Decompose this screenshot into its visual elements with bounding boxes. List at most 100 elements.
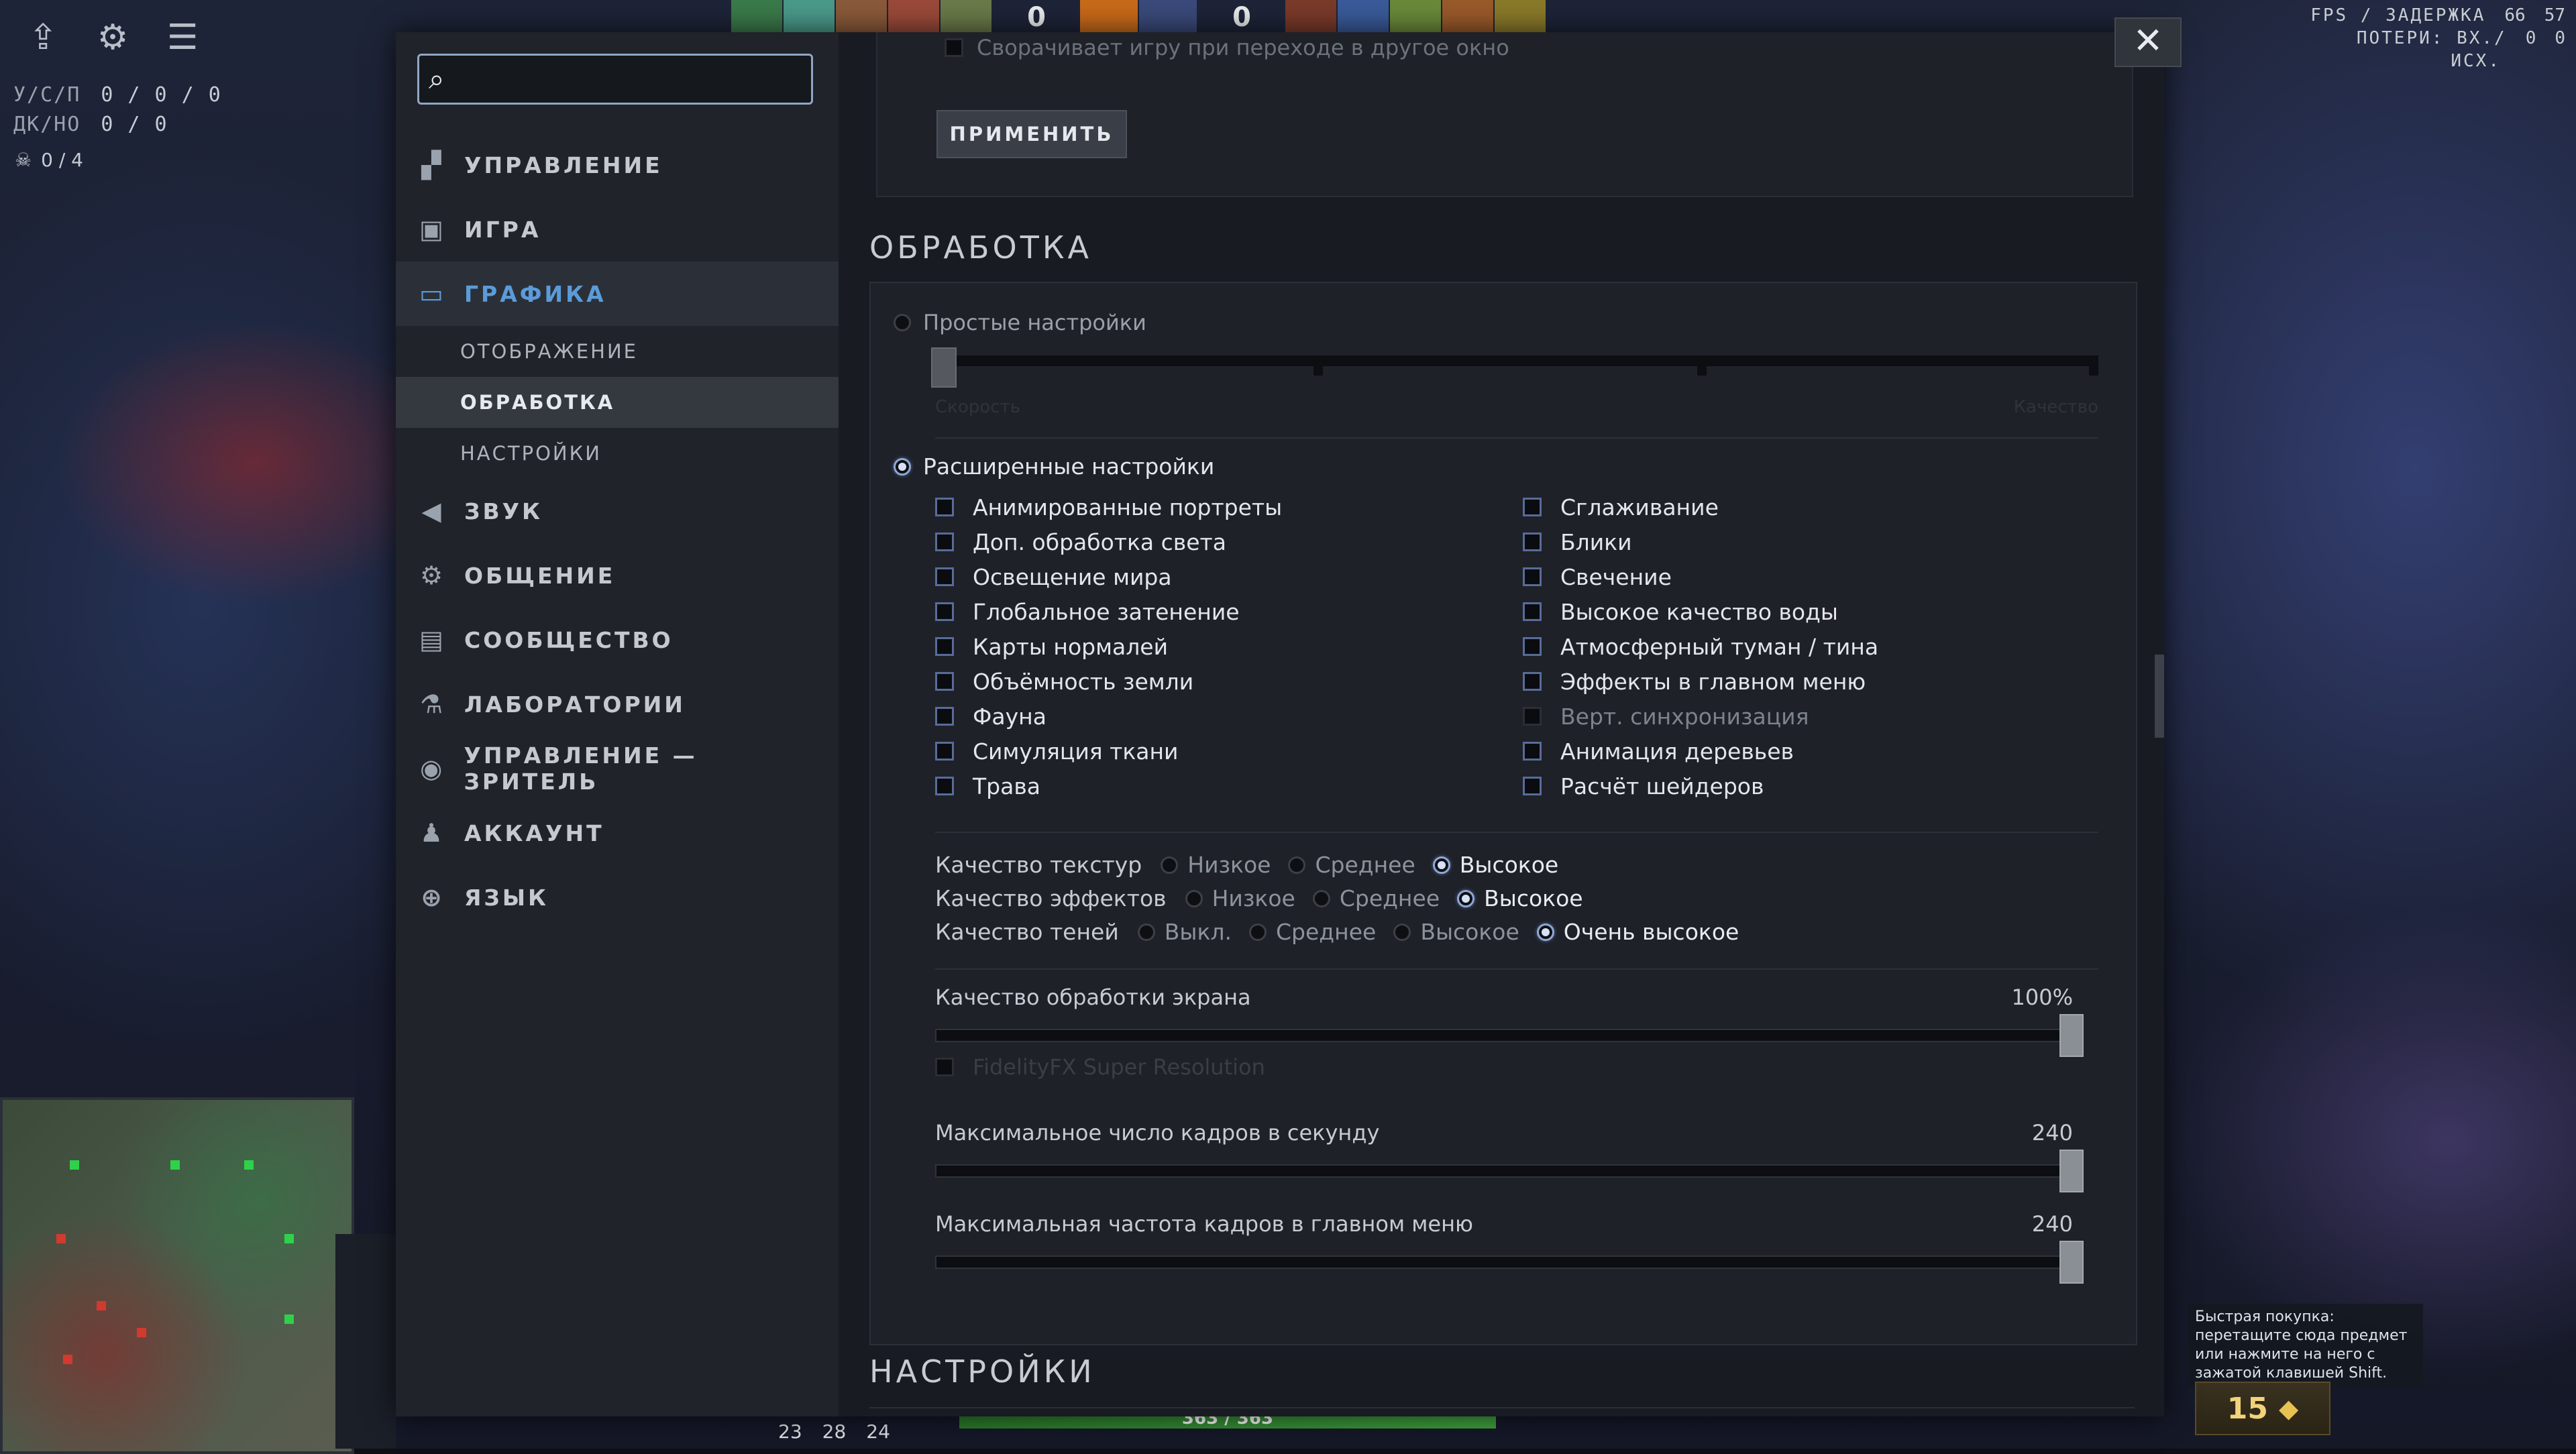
option-cloth-simulation[interactable]: Симуляция ткани	[935, 734, 1282, 769]
checkbox[interactable]	[935, 602, 954, 621]
gear-icon[interactable]: ⚙	[94, 19, 131, 56]
max-menu-fps-slider[interactable]	[935, 1241, 2084, 1284]
radio[interactable]	[1457, 889, 1475, 907]
checkbox[interactable]	[935, 498, 954, 516]
shadow-quality-medium[interactable]: Среднее	[1249, 919, 1376, 945]
advanced-settings-radio[interactable]	[894, 457, 911, 476]
option-grass[interactable]: Трава	[935, 769, 1282, 803]
effects-quality-high[interactable]: Высокое	[1457, 885, 1583, 911]
hero-portrait[interactable]	[784, 0, 835, 35]
nav-item-spectator[interactable]: ◉ УПРАВЛЕНИЕ — ЗРИТЕЛЬ	[396, 736, 839, 801]
fidelity-checkbox[interactable]	[935, 1058, 954, 1076]
option-fauna[interactable]: Фауна	[935, 699, 1282, 734]
minimap-side-buttons[interactable]	[335, 1234, 396, 1449]
checkbox[interactable]	[1523, 637, 1542, 656]
checkbox[interactable]	[1523, 498, 1542, 516]
shadow-quality-ultra[interactable]: Очень высокое	[1536, 919, 1739, 945]
nav-item-labs[interactable]: ⚗ ЛАБОРАТОРИИ	[396, 672, 839, 736]
checkbox[interactable]	[935, 742, 954, 761]
shadow-quality-off[interactable]: Выкл.	[1137, 919, 1232, 945]
max-menu-fps-handle[interactable]	[2059, 1241, 2084, 1284]
checkbox[interactable]	[1523, 707, 1542, 726]
screen-quality-handle[interactable]	[2059, 1014, 2084, 1057]
max-fps-slider[interactable]	[935, 1150, 2084, 1192]
checkbox[interactable]	[935, 672, 954, 691]
checkbox[interactable]	[1523, 602, 1542, 621]
checkbox[interactable]	[1523, 567, 1542, 586]
nav-item-language[interactable]: ⊕ ЯЗЫК	[396, 865, 839, 930]
search-box[interactable]: ⌕	[417, 54, 813, 105]
radio[interactable]	[1432, 856, 1450, 874]
screen-quality-slider[interactable]	[935, 1014, 2084, 1057]
option-high-quality-water[interactable]: Высокое качество воды	[1523, 594, 1878, 629]
nav-item-account[interactable]: ♟ АККАУНТ	[396, 801, 839, 865]
radio[interactable]	[1288, 856, 1306, 874]
radio[interactable]	[1312, 889, 1330, 907]
hero-portrait[interactable]	[1390, 0, 1441, 35]
search-input[interactable]	[466, 62, 804, 99]
checkbox[interactable]	[1523, 672, 1542, 691]
simple-quality-handle[interactable]	[931, 347, 957, 388]
hero-portrait[interactable]	[1285, 0, 1336, 35]
simple-quality-slider[interactable]	[935, 355, 2098, 366]
hero-portrait[interactable]	[1495, 0, 1546, 35]
quickbuy-tip[interactable]: Быстрая покупка: перетащите сюда предмет…	[2188, 1304, 2423, 1387]
nav-item-social[interactable]: ⚙ ОБЩЕНИЕ	[396, 543, 839, 608]
subnav-item-processing[interactable]: ОБРАБОТКА	[396, 377, 839, 428]
nav-item-sound[interactable]: ◀ ЗВУК	[396, 479, 839, 543]
checkbox[interactable]	[935, 637, 954, 656]
hero-portrait[interactable]	[888, 0, 939, 35]
checkbox[interactable]	[1523, 777, 1542, 795]
hero-portrait[interactable]	[941, 0, 991, 35]
option-animated-portraits[interactable]: Анимированные портреты	[935, 490, 1282, 524]
checkbox[interactable]	[1523, 533, 1542, 551]
texture-quality-low[interactable]: Низкое	[1161, 852, 1271, 878]
max-fps-handle[interactable]	[2059, 1150, 2084, 1192]
gold-counter[interactable]: 15 ◆	[2195, 1382, 2330, 1435]
nav-item-community[interactable]: ▤ СООБЩЕСТВО	[396, 608, 839, 672]
option-tree-animation[interactable]: Анимация деревьев	[1523, 734, 1878, 769]
option-ground-parallax[interactable]: Объёмность земли	[935, 664, 1282, 699]
option-antialiasing[interactable]: Сглаживание	[1523, 490, 1878, 524]
effects-quality-medium[interactable]: Среднее	[1312, 885, 1440, 911]
radio[interactable]	[1393, 923, 1411, 941]
nav-item-graphics[interactable]: ▭ ГРАФИКА	[396, 262, 839, 326]
radio[interactable]	[1185, 889, 1203, 907]
option-ambient-occlusion[interactable]: Глобальное затенение	[935, 594, 1282, 629]
radio[interactable]	[1249, 923, 1267, 941]
fidelity-option[interactable]: FidelityFX Super Resolution	[935, 1054, 1265, 1080]
minimize-option[interactable]: Сворачивает игру при переходе в другое о…	[945, 35, 1509, 60]
menu-icon[interactable]: ☰	[164, 19, 201, 56]
checkbox[interactable]	[1523, 742, 1542, 761]
nav-item-controls[interactable]: ▞ УПРАВЛЕНИЕ	[396, 133, 839, 197]
subnav-item-display[interactable]: ОТОБРАЖЕНИЕ	[396, 326, 839, 377]
option-additional-light[interactable]: Доп. обработка света	[935, 524, 1282, 559]
option-world-lighting[interactable]: Освещение мира	[935, 559, 1282, 594]
checkbox[interactable]	[935, 707, 954, 726]
minimap[interactable]	[0, 1097, 354, 1454]
checkbox[interactable]	[935, 567, 954, 586]
option-vsync[interactable]: Верт. синхронизация	[1523, 699, 1878, 734]
upload-icon[interactable]: ⇪	[24, 19, 62, 56]
shadow-quality-high[interactable]: Высокое	[1393, 919, 1519, 945]
hero-portrait[interactable]	[1442, 0, 1493, 35]
advanced-settings-option[interactable]: Расширенные настройки	[894, 453, 1214, 480]
option-shader-compute[interactable]: Расчёт шейдеров	[1523, 769, 1878, 803]
checkbox[interactable]	[935, 777, 954, 795]
apply-button[interactable]: ПРИМЕНИТЬ	[936, 110, 1127, 158]
effects-quality-low[interactable]: Низкое	[1185, 885, 1295, 911]
settings-scrollbar[interactable]	[2155, 655, 2164, 738]
hero-portrait[interactable]	[731, 0, 782, 35]
option-normal-maps[interactable]: Карты нормалей	[935, 629, 1282, 664]
option-main-menu-effects[interactable]: Эффекты в главном меню	[1523, 664, 1878, 699]
close-button[interactable]: ✕	[2114, 17, 2182, 67]
hero-portrait[interactable]	[1338, 0, 1389, 35]
checkbox[interactable]	[935, 533, 954, 551]
subnav-item-settings[interactable]: НАСТРОЙКИ	[396, 428, 839, 479]
simple-settings-radio[interactable]	[894, 314, 911, 331]
option-atmospheric-fog[interactable]: Атмосферный туман / тина	[1523, 629, 1878, 664]
nav-item-game[interactable]: ▣ ИГРА	[396, 197, 839, 262]
texture-quality-medium[interactable]: Среднее	[1288, 852, 1415, 878]
texture-quality-high[interactable]: Высокое	[1432, 852, 1558, 878]
option-bloom[interactable]: Свечение	[1523, 559, 1878, 594]
